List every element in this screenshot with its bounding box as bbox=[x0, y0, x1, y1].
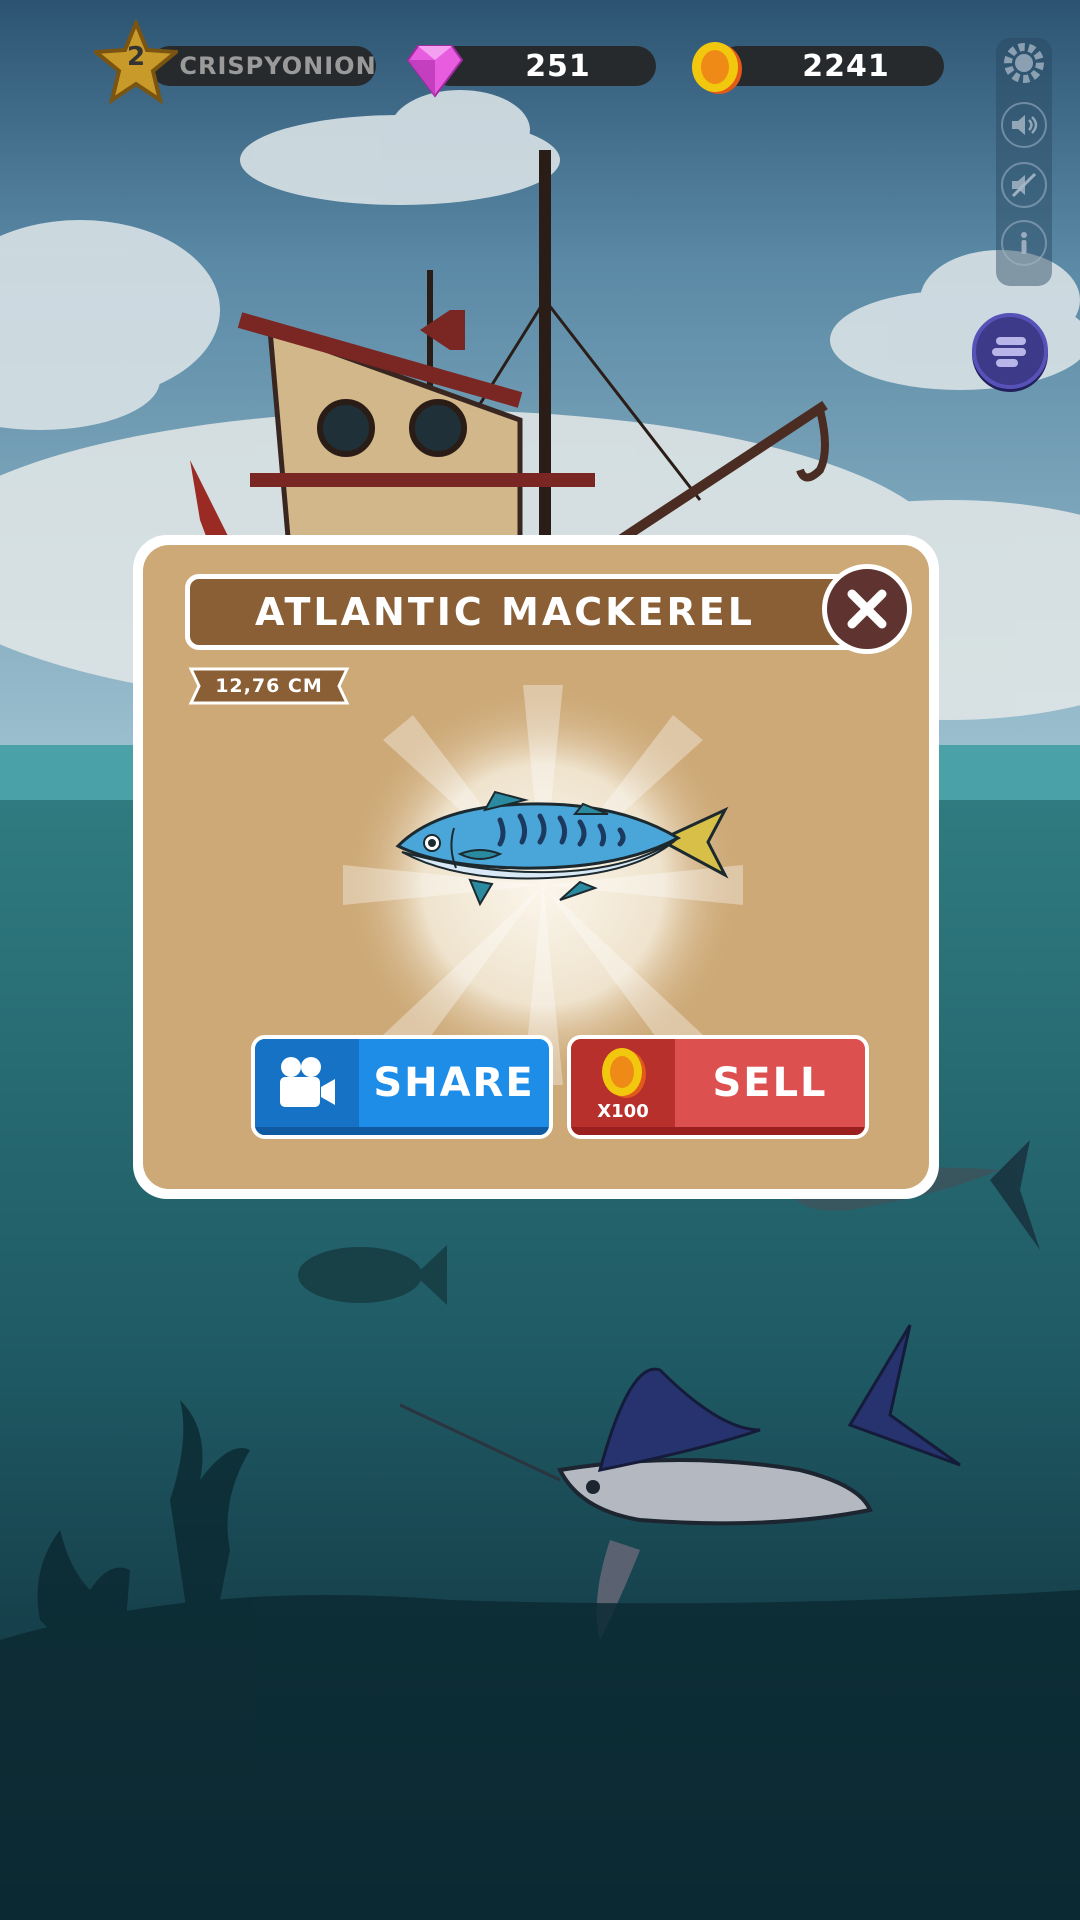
coin-icon bbox=[602, 1048, 646, 1098]
sell-label: SELL bbox=[712, 1060, 828, 1106]
player-username: CRISPYONION bbox=[179, 52, 377, 80]
info-icon bbox=[1021, 232, 1027, 254]
menu-button[interactable] bbox=[972, 313, 1048, 389]
share-label: SHARE bbox=[373, 1060, 535, 1106]
share-button[interactable]: SHARE bbox=[251, 1035, 553, 1139]
player-name-pill: CRISPYONION bbox=[150, 46, 376, 86]
coins-count: 2241 bbox=[802, 48, 890, 84]
gem-icon bbox=[406, 45, 464, 98]
mute-icon bbox=[1011, 172, 1037, 198]
fish-illustration bbox=[395, 790, 729, 907]
settings-button[interactable] bbox=[1001, 40, 1047, 86]
menu-icon bbox=[992, 337, 1026, 367]
fish-title-bar: ATLANTIC MACKEREL bbox=[185, 574, 875, 650]
sell-price: X100 bbox=[597, 1101, 649, 1122]
close-icon bbox=[847, 589, 887, 629]
info-button[interactable] bbox=[1001, 220, 1047, 266]
close-button[interactable] bbox=[822, 564, 912, 654]
share-button-bottom bbox=[255, 1127, 549, 1135]
level-star-badge: 2 bbox=[90, 17, 182, 105]
fish-size-tag: 12,76 CM bbox=[185, 666, 353, 706]
sell-button[interactable]: X100 SELL bbox=[567, 1035, 869, 1139]
speaker-icon bbox=[1012, 115, 1038, 135]
fish-name: ATLANTIC MACKEREL bbox=[255, 590, 755, 634]
video-camera-icon bbox=[280, 1057, 335, 1107]
player-level: 2 bbox=[126, 42, 146, 72]
gems-count: 251 bbox=[525, 48, 591, 84]
settings-panel bbox=[996, 38, 1052, 286]
coin-icon bbox=[692, 42, 742, 94]
coins-pill: 2241 bbox=[718, 46, 944, 86]
fish-size: 12,76 CM bbox=[215, 675, 323, 697]
sell-button-bottom bbox=[571, 1127, 865, 1135]
music-mute-button[interactable] bbox=[1001, 162, 1047, 208]
gear-icon bbox=[1004, 43, 1044, 83]
sound-button[interactable] bbox=[1001, 102, 1047, 148]
